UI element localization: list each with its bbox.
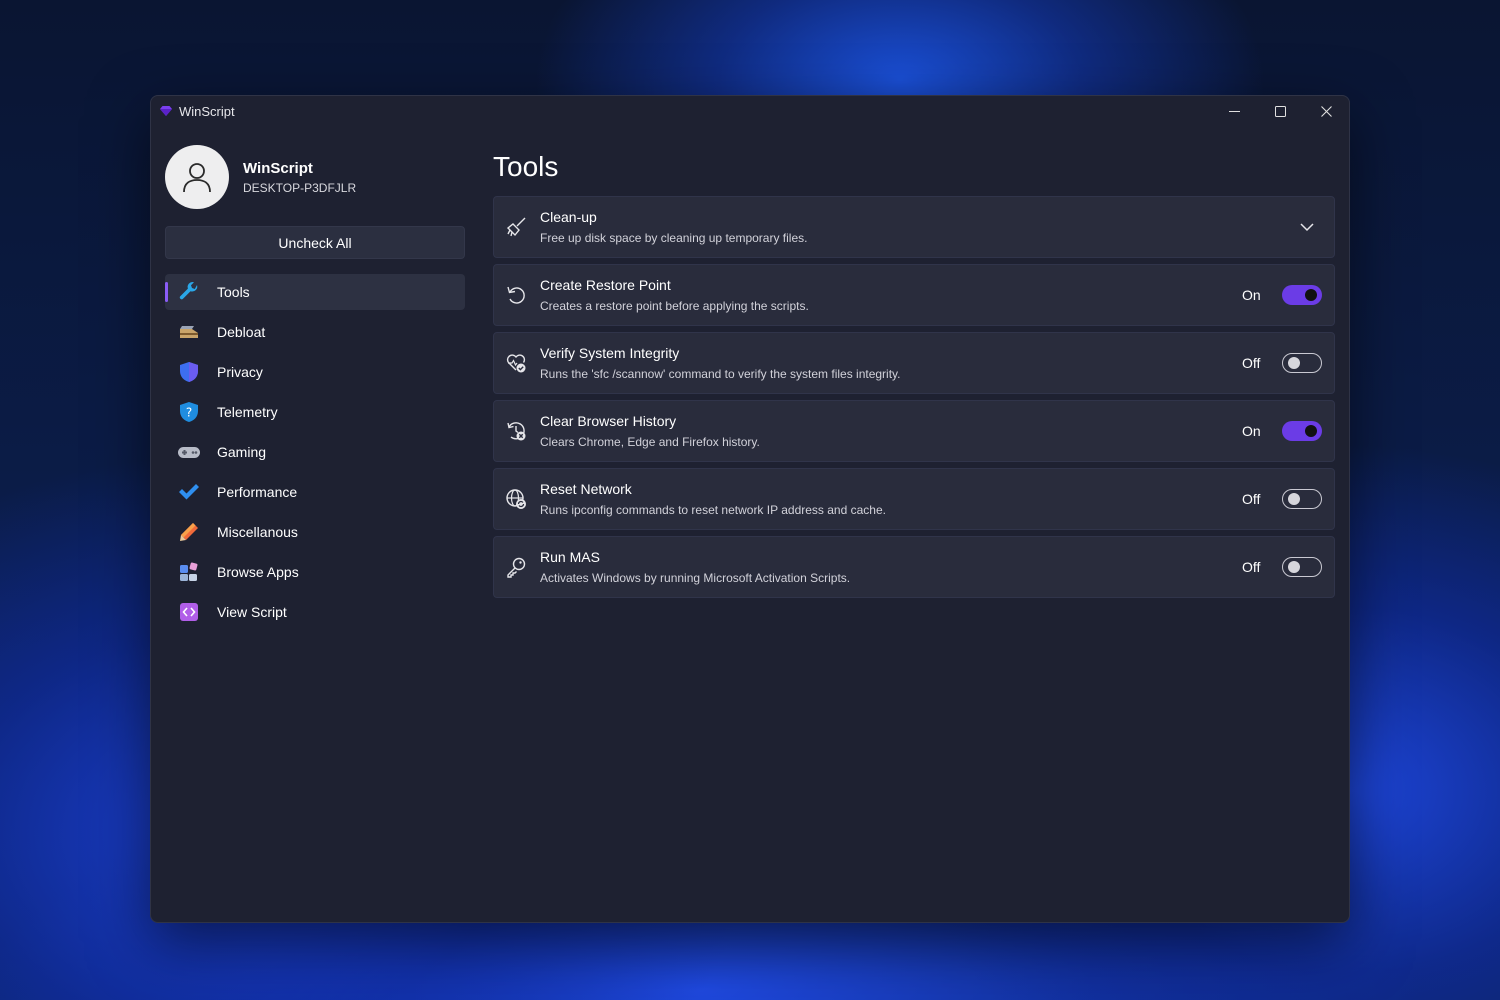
card-title: Reset Network <box>540 481 632 497</box>
card-description: Free up disk space by cleaning up tempor… <box>540 231 808 245</box>
card-description: Clears Chrome, Edge and Firefox history. <box>540 435 760 449</box>
maximize-icon <box>1274 105 1286 117</box>
card-description: Activates Windows by running Microsoft A… <box>540 571 851 585</box>
toggle-state-label: Off <box>1242 355 1261 371</box>
pencil-icon <box>177 521 201 543</box>
toggle-state-label: On <box>1242 287 1261 303</box>
sidebar: WinScript DESKTOP-P3DFJLR Uncheck All To… <box>165 144 465 634</box>
restore-point-toggle[interactable] <box>1282 285 1322 305</box>
avatar <box>165 145 229 209</box>
svg-text:?: ? <box>186 406 192 420</box>
history-clear-icon <box>504 419 528 443</box>
close-button[interactable] <box>1303 96 1349 126</box>
sidebar-item-label: Performance <box>217 484 298 500</box>
main-content: Tools Clean-up Free up disk space by cle… <box>493 144 1335 604</box>
close-icon <box>1320 105 1332 117</box>
sidebar-item-miscellanous[interactable]: Miscellanous <box>165 514 465 550</box>
sidebar-item-label: Gaming <box>217 444 267 460</box>
card-run-mas: Run MAS Activates Windows by running Mic… <box>493 536 1335 598</box>
broom-outline-icon <box>504 215 528 239</box>
sidebar-item-label: View Script <box>217 604 287 620</box>
card-title: Run MAS <box>540 549 600 565</box>
card-title: Verify System Integrity <box>540 345 680 361</box>
card-clear-browser-history: Clear Browser History Clears Chrome, Edg… <box>493 400 1335 462</box>
code-icon <box>177 601 201 623</box>
sidebar-item-performance[interactable]: Performance <box>165 474 465 510</box>
sidebar-item-gaming[interactable]: Gaming <box>165 434 465 470</box>
chevron-down-icon <box>1300 223 1314 232</box>
wrench-icon <box>177 281 201 303</box>
toggle-state-label: Off <box>1242 491 1261 507</box>
undo-icon <box>504 283 528 307</box>
sidebar-nav: Tools Debloat Privacy ? Telemetry Gaming… <box>165 274 465 630</box>
sidebar-item-label: Browse Apps <box>217 564 299 580</box>
card-reset-network: Reset Network Runs ipconfig commands to … <box>493 468 1335 530</box>
sidebar-item-tools[interactable]: Tools <box>165 274 465 310</box>
apps-icon <box>177 561 201 583</box>
run-mas-toggle[interactable] <box>1282 557 1322 577</box>
window-controls <box>1211 96 1349 126</box>
toggle-state-label: On <box>1242 423 1261 439</box>
page-title: Tools <box>493 151 559 182</box>
card-create-restore-point: Create Restore Point Creates a restore p… <box>493 264 1335 326</box>
shield-icon <box>177 361 201 383</box>
sidebar-item-label: Debloat <box>217 324 266 340</box>
uncheck-all-button[interactable]: Uncheck All <box>165 226 465 259</box>
gamepad-icon <box>177 441 201 463</box>
card-clean-up[interactable]: Clean-up Free up disk space by cleaning … <box>493 196 1335 258</box>
shield-question-icon: ? <box>177 401 201 423</box>
sidebar-item-telemetry[interactable]: ? Telemetry <box>165 394 465 430</box>
title-bar[interactable]: WinScript <box>151 96 1349 126</box>
card-title: Clear Browser History <box>540 413 677 429</box>
broom-icon <box>177 321 201 343</box>
card-description: Runs ipconfig commands to reset network … <box>540 503 886 517</box>
window-title: WinScript <box>179 103 235 119</box>
key-icon <box>504 555 528 579</box>
heart-check-icon <box>504 351 528 375</box>
sidebar-item-label: Miscellanous <box>217 524 298 540</box>
card-title: Create Restore Point <box>540 277 671 293</box>
app-window: WinScript WinScript DESKTOP-P3DFJLR Unch… <box>150 95 1350 923</box>
sidebar-item-browse-apps[interactable]: Browse Apps <box>165 554 465 590</box>
user-icon <box>183 163 211 193</box>
sidebar-item-view-script[interactable]: View Script <box>165 594 465 630</box>
maximize-button[interactable] <box>1257 96 1303 126</box>
profile-host: DESKTOP-P3DFJLR <box>243 180 357 195</box>
expand-button[interactable] <box>1292 212 1322 242</box>
sidebar-item-label: Tools <box>217 284 250 300</box>
card-description: Runs the 'sfc /scannow' command to verif… <box>540 367 901 381</box>
verify-integrity-toggle[interactable] <box>1282 353 1322 373</box>
sidebar-item-label: Telemetry <box>217 404 278 420</box>
sidebar-item-label: Privacy <box>217 364 263 380</box>
toggle-state-label: Off <box>1242 559 1261 575</box>
reset-network-toggle[interactable] <box>1282 489 1322 509</box>
app-logo-icon <box>160 106 172 116</box>
minimize-button[interactable] <box>1211 96 1257 126</box>
card-description: Creates a restore point before applying … <box>540 299 809 313</box>
profile-name: WinScript <box>243 159 313 177</box>
clear-history-toggle[interactable] <box>1282 421 1322 441</box>
sidebar-item-debloat[interactable]: Debloat <box>165 314 465 350</box>
card-title: Clean-up <box>540 209 597 225</box>
profile: WinScript DESKTOP-P3DFJLR <box>165 144 465 210</box>
globe-refresh-icon <box>504 487 528 511</box>
sidebar-item-privacy[interactable]: Privacy <box>165 354 465 390</box>
card-verify-system-integrity: Verify System Integrity Runs the 'sfc /s… <box>493 332 1335 394</box>
minimize-icon <box>1228 110 1240 112</box>
checkmark-icon <box>177 481 201 503</box>
